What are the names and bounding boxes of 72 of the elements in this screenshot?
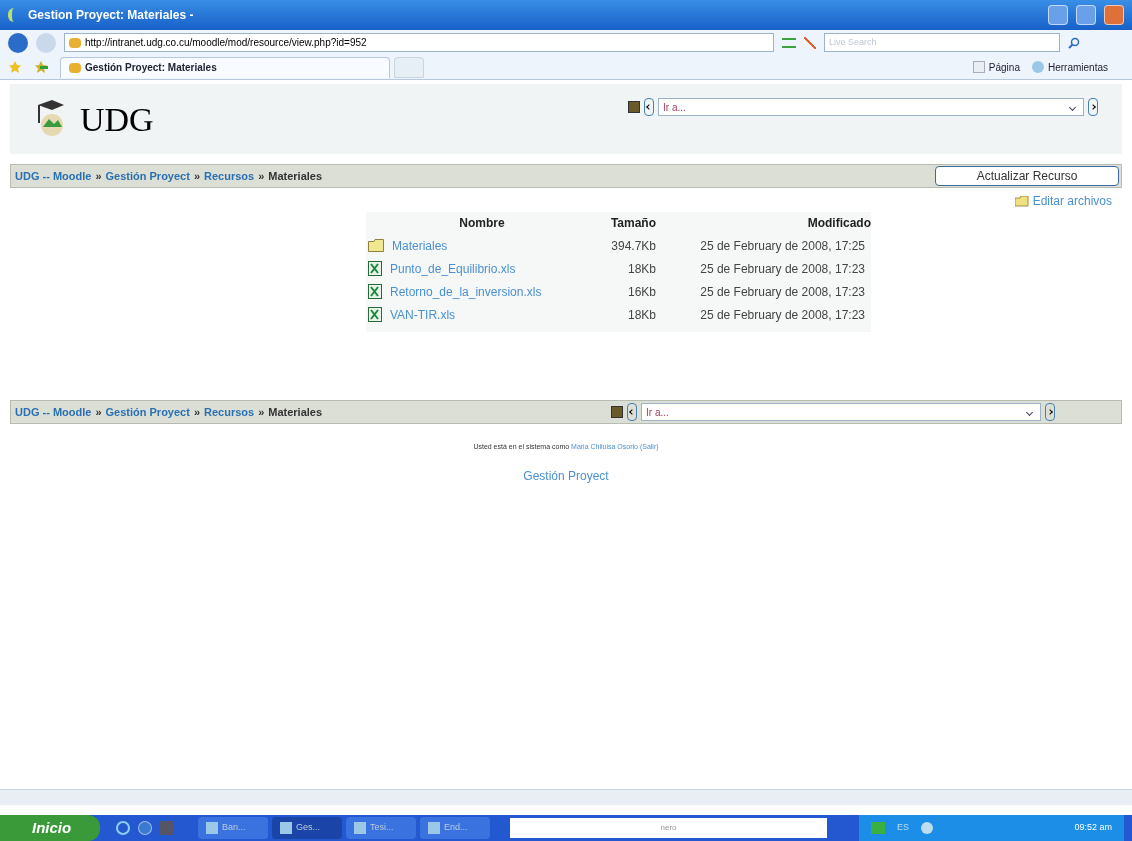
table-cell-text: 25 de February de 2008, 17:23 — [699, 283, 866, 301]
jump-menu[interactable]: Ir a... — [658, 98, 1084, 116]
table-cell-text: 16Kb — [626, 283, 656, 301]
spreadsheet-icon — [368, 284, 382, 299]
breadcrumb-link[interactable]: Recursos — [204, 167, 255, 185]
column-header: Nombre — [458, 215, 506, 232]
navigation-icon[interactable] — [611, 406, 623, 418]
navigation-icon[interactable] — [628, 101, 640, 113]
folder-icon — [1014, 195, 1029, 207]
file-link[interactable]: Retorno_de_la_inversion.xls — [390, 282, 542, 301]
edit-files-link[interactable]: Editar archivos — [1032, 192, 1112, 210]
table-cell-text: 25 de February de 2008, 17:23 — [699, 260, 866, 278]
breadcrumb-link[interactable]: Gestión Proyect — [105, 167, 190, 185]
table-cell-text: 18Kb — [626, 260, 656, 278]
table-cell-text: 394.7Kb — [610, 237, 656, 255]
breadcrumb-link[interactable]: Gestión Proyect — [105, 403, 190, 421]
file-link[interactable]: Materiales — [392, 236, 448, 255]
taskbar-button[interactable]: Ban... — [198, 817, 268, 839]
taskbar-button[interactable]: End... — [420, 817, 490, 839]
menu-button[interactable]: Herramientas — [1047, 59, 1108, 75]
breadcrumb-separator: » — [193, 168, 200, 184]
breadcrumb-separator: » — [95, 404, 102, 420]
spreadsheet-icon — [368, 261, 382, 276]
breadcrumb-separator: » — [258, 168, 265, 184]
browser-tab[interactable]: Gestión Proyect: Materiales — [60, 56, 390, 78]
table-cell-text: 18Kb — [626, 306, 656, 324]
previous-button[interactable] — [644, 98, 654, 116]
next-button[interactable] — [1045, 403, 1055, 421]
column-header: Modificado — [806, 215, 871, 232]
course-link[interactable]: Gestión Proyect — [523, 466, 609, 485]
brand-logo: nero — [660, 822, 677, 834]
previous-button[interactable] — [627, 403, 637, 421]
breadcrumb-separator: » — [95, 168, 102, 184]
language-indicator[interactable]: ES — [897, 821, 909, 835]
new-tab-button[interactable] — [394, 56, 424, 78]
folder-icon — [368, 239, 384, 252]
taskbar-button[interactable]: Tesi... — [346, 817, 416, 839]
clock: 09:52 am — [1074, 821, 1112, 835]
site-logo: UDG — [80, 99, 155, 140]
window-icon — [206, 822, 218, 834]
forward-button[interactable] — [36, 32, 56, 53]
taskbar-button[interactable]: Ges... — [272, 817, 342, 839]
file-link[interactable]: VAN-TIR.xls — [390, 305, 456, 324]
breadcrumb-link[interactable]: Recursos — [204, 403, 255, 421]
breadcrumb-separator: » — [193, 404, 200, 420]
restore-button[interactable] — [1076, 5, 1096, 25]
jump-menu[interactable]: Ir a... — [641, 403, 1041, 421]
window-icon — [354, 822, 366, 834]
start-button[interactable]: Inicio — [0, 815, 100, 841]
window-icon — [280, 822, 292, 834]
update-resource-button[interactable]: Actualizar Recurso — [935, 166, 1119, 186]
favorites-star-icon[interactable] — [8, 60, 22, 74]
close-button[interactable] — [1104, 5, 1124, 25]
add-favorite-icon[interactable] — [34, 60, 48, 74]
file-link[interactable]: Punto_de_Equilibrio.xls — [390, 259, 516, 278]
horizontal-scrollbar[interactable] — [0, 789, 1132, 805]
table-cell-text: 25 de February de 2008, 17:25 — [699, 237, 866, 255]
breadcrumb-link[interactable]: UDG -- Moodle — [15, 167, 92, 185]
back-button[interactable] — [8, 32, 28, 53]
menu-button[interactable]: Página — [988, 59, 1020, 75]
breadcrumb-current: Materiales — [268, 168, 323, 184]
next-button[interactable] — [1088, 98, 1098, 116]
spreadsheet-icon — [368, 307, 382, 322]
breadcrumb-link[interactable]: UDG -- Moodle — [15, 403, 92, 421]
column-header: Tamaño — [609, 215, 656, 232]
search-icon[interactable] — [1068, 36, 1080, 49]
breadcrumb-separator: » — [258, 404, 265, 420]
window-icon — [428, 822, 440, 834]
minimize-button[interactable] — [1048, 5, 1068, 25]
breadcrumb-current: Materiales — [268, 404, 323, 420]
table-cell-text: 25 de February de 2008, 17:23 — [699, 306, 866, 324]
window-title: Gestion Proyect: Materiales - — [28, 7, 195, 24]
